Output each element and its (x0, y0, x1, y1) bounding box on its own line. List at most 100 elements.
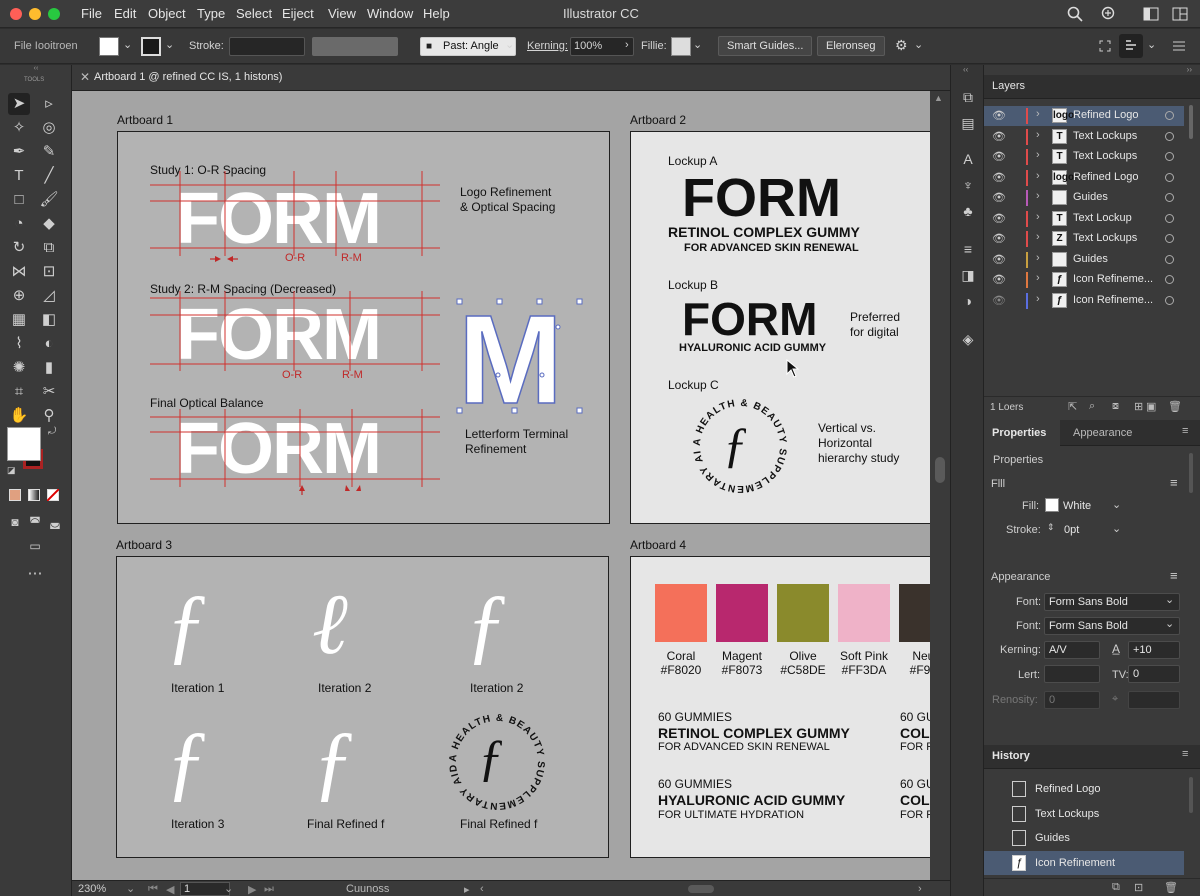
stroke-swatch[interactable] (141, 37, 161, 56)
visibility-eye-icon[interactable]: 👁 (992, 130, 1006, 143)
clipping-mask-icon[interactable]: ⧇ (1112, 400, 1119, 413)
visibility-eye-icon[interactable]: 👁 (992, 212, 1006, 225)
visibility-eye-icon[interactable]: 👁 (992, 171, 1006, 184)
expand-chevron-icon[interactable]: › (1036, 190, 1040, 202)
history-tab[interactable]: History (992, 750, 1030, 762)
layer-row[interactable]: 👁 › T Text Lockups (984, 147, 1184, 167)
kerning-arrow-icon[interactable]: › (625, 39, 629, 51)
fill-color-box[interactable] (7, 427, 41, 461)
default-colors-icon[interactable]: ◪ (7, 465, 16, 476)
expand-chevron-icon[interactable]: › (1036, 293, 1040, 305)
minimize-window-button[interactable] (29, 8, 41, 20)
character-icon[interactable]: A (958, 149, 978, 169)
layers-tab[interactable]: Layers (992, 80, 1025, 92)
menu-object[interactable]: Object (148, 6, 186, 21)
expand-chevron-icon[interactable]: › (1036, 129, 1040, 141)
tracking-field[interactable]: +10 (1128, 641, 1180, 659)
layer-name[interactable]: Icon Refineme... (1073, 273, 1153, 285)
shape-builder-tool-icon[interactable]: ⊕ (8, 285, 30, 307)
layer-name[interactable]: Refined Logo (1073, 109, 1138, 121)
scale-tool-icon[interactable]: ⧉ (38, 237, 60, 259)
left-field[interactable] (1044, 665, 1100, 683)
target-circle-icon[interactable] (1165, 193, 1174, 202)
arrange-chevron-icon[interactable]: ⌄ (1147, 38, 1156, 51)
horizontal-scroll-thumb[interactable] (688, 885, 714, 893)
visibility-eye-icon[interactable]: 👁 (992, 273, 1006, 286)
pen-tool-icon[interactable]: ✒ (8, 141, 30, 163)
layer-name[interactable]: Text Lockups (1073, 232, 1137, 244)
eleronseg-button[interactable]: Eleronseg (817, 36, 885, 56)
expand-icon[interactable] (1099, 40, 1111, 52)
rectangle-tool-icon[interactable]: □ (8, 189, 30, 211)
font-field-2[interactable]: Form Sans Bold (1044, 617, 1180, 635)
artboard-4-label[interactable]: Artboard 4 (630, 538, 686, 552)
fill-value[interactable]: White (1063, 500, 1091, 512)
visibility-eye-icon[interactable]: 👁 (992, 232, 1006, 245)
swap-colors-icon[interactable]: ⤾ (48, 426, 56, 437)
expand-chevron-icon[interactable]: › (1036, 231, 1040, 243)
libraries-icon[interactable]: ⧉ (958, 87, 978, 107)
blend-tool-icon[interactable]: ◐ (38, 333, 60, 355)
fill-swatch[interactable] (99, 37, 119, 56)
vertical-scroll-thumb[interactable] (935, 457, 945, 483)
layer-row[interactable]: 👁 › Z Text Lockups (984, 229, 1184, 249)
scroll-up-icon[interactable]: ▲ (934, 93, 943, 103)
color-swatch[interactable] (899, 584, 930, 642)
artboard-2-label[interactable]: Artboard 2 (630, 113, 686, 127)
draw-normal-icon[interactable]: ◙ (4, 511, 26, 533)
vertical-scrollbar[interactable]: ▲ (930, 91, 950, 880)
line-tool-icon[interactable]: ╱ (38, 165, 60, 187)
visibility-eye-icon[interactable]: 👁 (992, 150, 1006, 163)
fill-section-menu-icon[interactable]: ≡ (1170, 475, 1178, 490)
delete-layer-icon[interactable]: 🗑 (1168, 400, 1182, 413)
properties-tab[interactable]: Properties (992, 427, 1046, 439)
artboard-tool-icon[interactable]: ⌗ (8, 381, 30, 403)
width-tool-icon[interactable]: ⋈ (8, 261, 30, 283)
style-chevron-icon[interactable]: ⌄ (505, 38, 514, 51)
last-artboard-icon[interactable]: ⏭ (264, 883, 274, 896)
color-swatch[interactable] (838, 584, 890, 642)
iteration-1-glyph[interactable]: ƒ (165, 574, 208, 674)
properties-icon[interactable]: ▤ (958, 113, 978, 133)
expand-chevron-icon[interactable]: › (1036, 108, 1040, 120)
appearance-tab[interactable]: Appearance (1073, 427, 1132, 439)
new-sublayer-icon[interactable]: ⊞ (1134, 400, 1143, 413)
target-circle-icon[interactable] (1165, 275, 1174, 284)
fillie-chevron-icon[interactable]: ⌄ (693, 38, 702, 51)
shaper-tool-icon[interactable]: ◔ (8, 213, 30, 235)
selection-tool-icon[interactable]: ➤ (8, 93, 30, 115)
layer-row[interactable]: 👁 › T Text Lockups (984, 127, 1184, 147)
gradient-mode-icon[interactable] (28, 489, 40, 501)
history-menu-icon[interactable]: ≡ (1182, 748, 1188, 760)
panel-menu-icon[interactable] (1172, 40, 1186, 52)
menu-select[interactable]: Select (236, 6, 272, 21)
menu-window[interactable]: Window (367, 6, 413, 21)
type-tool-icon[interactable]: T (8, 165, 30, 187)
expand-chevron-icon[interactable]: › (1036, 211, 1040, 223)
layer-name[interactable]: Guides (1073, 191, 1108, 203)
lockup-a-word[interactable]: FORM (682, 171, 841, 225)
layers-stack-icon[interactable]: ◈ (958, 329, 978, 349)
final-f-glyph[interactable]: ƒ (312, 711, 355, 811)
magic-wand-tool-icon[interactable]: ✧ (8, 117, 30, 139)
close-window-button[interactable] (10, 8, 22, 20)
color-swatch[interactable] (777, 584, 829, 642)
visibility-eye-icon[interactable]: 👁 (992, 109, 1006, 122)
none-mode-icon[interactable] (47, 489, 59, 501)
layer-row[interactable]: 👁 › logo Refined Logo (984, 168, 1184, 188)
layer-row[interactable]: 👁 › Guides (984, 188, 1184, 208)
layer-name[interactable]: Icon Refineme... (1073, 294, 1153, 306)
eraser-tool-icon[interactable]: ◆ (38, 213, 60, 235)
screen-mode-icon[interactable]: ▭ (24, 535, 46, 557)
target-circle-icon[interactable] (1165, 111, 1174, 120)
history-row[interactable]: Guides (984, 826, 1184, 850)
locate-object-icon[interactable]: ⌕ (1089, 400, 1095, 413)
stroke-weight-field[interactable] (229, 37, 305, 56)
zoom-tool-icon[interactable]: ⚲ (38, 405, 60, 427)
layer-name[interactable]: Text Lockup (1073, 212, 1132, 224)
kerning-field-panel[interactable]: A/V (1044, 641, 1100, 659)
expand-chevron-icon[interactable]: › (1036, 252, 1040, 264)
menu-eiject[interactable]: Eiject (282, 6, 314, 21)
artboard-3-label[interactable]: Artboard 3 (116, 538, 172, 552)
layer-row[interactable]: 👁 › logo Refined Logo (984, 106, 1184, 126)
